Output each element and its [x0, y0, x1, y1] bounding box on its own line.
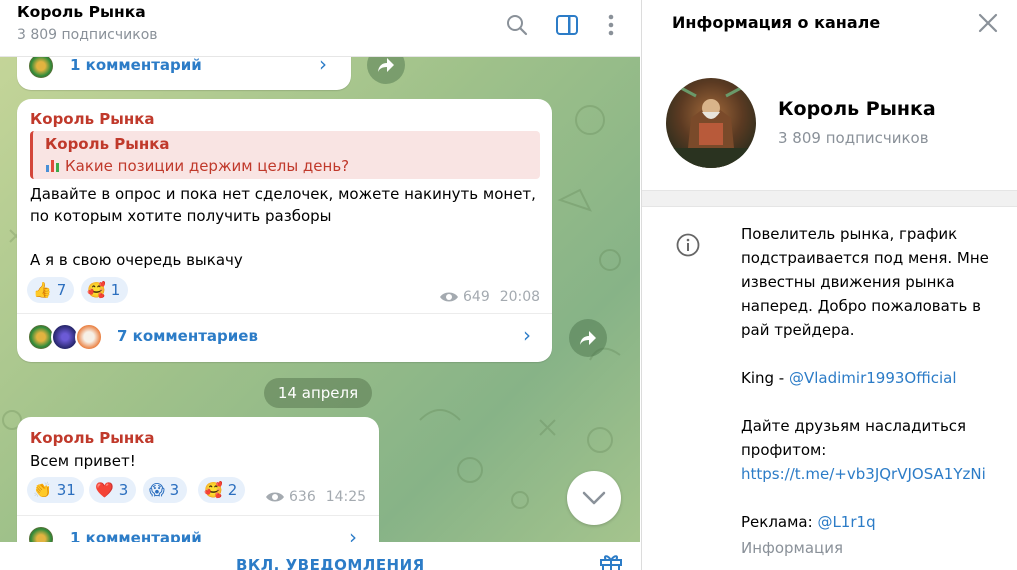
reaction-count: 3 [118, 481, 129, 499]
message-meta: 649 20:08 [439, 289, 540, 305]
message-author[interactable]: Король Рынка [30, 429, 155, 447]
reaction-emoji: 🥰 [87, 281, 106, 299]
channel-info-header: Информация о канале Король Рынка 3 809 п… [642, 0, 1017, 190]
king-label: King - [741, 369, 789, 387]
eye-icon [266, 492, 284, 502]
message-time: 14:25 [325, 489, 367, 505]
comments-label: 1 комментарий [70, 56, 202, 74]
reaction-smiling-hearts[interactable]: 🥰 1 [81, 277, 129, 303]
message-text: Давайте в опрос и пока нет сделочек, мож… [30, 185, 536, 269]
reaction-emoji: 🥰 [204, 481, 223, 499]
chevron-down-icon [582, 491, 606, 505]
channel-subscriber-count: 3 809 подписчиков [778, 129, 929, 147]
gift-icon[interactable] [599, 552, 623, 570]
more-vert-icon[interactable] [598, 12, 624, 38]
forward-icon[interactable] [569, 319, 607, 357]
reaction-emoji: 👏 [33, 481, 52, 499]
invite-link[interactable]: https://t.me/+vb3JQrVJOSA1YzNi [741, 462, 986, 486]
reply-quote[interactable]: Король Рынка Какие позиции держим целы д… [30, 131, 540, 179]
commenter-avatar [75, 323, 103, 351]
chat-subscriber-count: 3 809 подписчиков [17, 27, 158, 43]
reaction-emoji: 😱 [149, 481, 165, 499]
search-icon[interactable] [504, 12, 530, 38]
king-link[interactable]: @Vladimir1993Official [789, 369, 957, 387]
sidebar-toggle-icon[interactable] [554, 12, 580, 38]
ads-line: Реклама: @L1r1q [741, 510, 876, 534]
info-title: Информация о канале [672, 13, 881, 32]
reaction-count: 7 [56, 281, 67, 299]
comments-row[interactable]: 7 комментариев › [17, 313, 552, 359]
channel-avatar[interactable] [666, 78, 756, 168]
reaction-heart[interactable]: ❤️ 3 [89, 477, 137, 503]
info-icon [676, 233, 700, 257]
chat-header: Король Рынка 3 809 подписчиков [0, 0, 640, 57]
bottom-bar: ВКЛ. УВЕДОМЛЕНИЯ [0, 542, 640, 570]
reaction-thumbs-up[interactable]: 👍 7 [27, 277, 75, 303]
scroll-to-bottom-button[interactable] [567, 471, 621, 525]
reaction-count: 1 [110, 281, 121, 299]
view-count: 636 [289, 489, 316, 505]
eye-icon [440, 292, 458, 302]
close-icon[interactable] [976, 11, 1000, 35]
reaction-clap[interactable]: 👏 31 [27, 477, 84, 503]
date-separator: 14 апреля [264, 378, 372, 408]
message-time: 20:08 [499, 289, 541, 305]
channel-info-pane: Информация о канале Король Рынка 3 809 п… [641, 0, 1017, 570]
section-divider [642, 190, 1017, 207]
reaction-emoji: ❤️ [95, 481, 114, 499]
channel-name: Король Рынка [778, 98, 936, 120]
message-meta: 636 14:25 [265, 489, 366, 505]
comments-label: 7 комментариев [117, 327, 258, 345]
quote-author: Король Рынка [45, 135, 170, 153]
ads-link[interactable]: @L1r1q [817, 513, 875, 531]
reaction-emoji: 👍 [33, 281, 52, 299]
channel-description: Повелитель рынка, график подстраивается … [741, 225, 989, 339]
chevron-right-icon: › [523, 323, 531, 347]
enable-notifications-button[interactable]: ВКЛ. УВЕДОМЛЕНИЯ [236, 556, 425, 570]
king-line: King - @Vladimir1993Official [741, 366, 957, 390]
ads-label: Реклама: [741, 513, 818, 531]
info-section-label: Информация [741, 539, 844, 557]
reaction-count: 2 [227, 481, 238, 499]
quote-text: Какие позиции держим целы день? [45, 157, 349, 175]
reaction-count: 3 [169, 481, 180, 499]
message-text: Всем привет! [30, 452, 136, 470]
reaction-smiling-hearts[interactable]: 🥰 2 [198, 477, 246, 503]
message-author[interactable]: Король Рынка [30, 110, 155, 128]
reaction-scream[interactable]: 😱 3 [143, 477, 188, 503]
poll-chart-icon [46, 160, 59, 172]
view-count: 649 [463, 289, 490, 305]
chat-title[interactable]: Король Рынка [17, 3, 146, 21]
chat-pane: Король Рынка 3 809 подписчиков 1 коммент… [0, 0, 640, 570]
reaction-count: 31 [56, 481, 76, 499]
message-bubble: Король Рынка Король Рынка Какие позиции … [17, 99, 552, 362]
share-text: Дайте друзьям насладиться профитом: [741, 417, 967, 459]
